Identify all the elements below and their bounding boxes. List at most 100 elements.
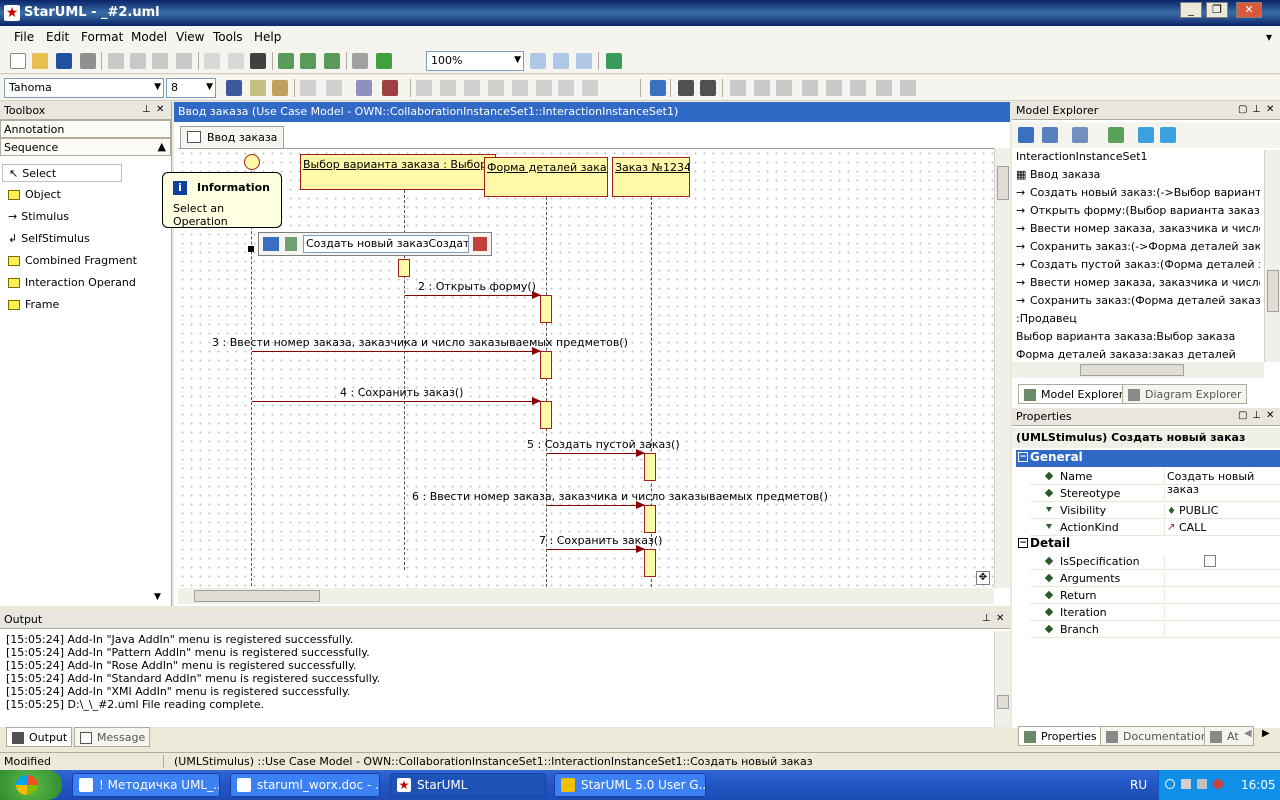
prop-iteration[interactable]: Iteration <box>1030 604 1280 621</box>
explorer-vscrollbar[interactable] <box>1264 150 1280 362</box>
tree-item[interactable]: → Ввести номер заказа, заказчика и число … <box>1016 276 1260 293</box>
prop-value[interactable] <box>1164 572 1167 587</box>
suppress-icon[interactable] <box>416 80 432 96</box>
message-arrow[interactable] <box>405 291 541 299</box>
find-icon[interactable] <box>250 53 266 69</box>
message-label[interactable]: 4 : Сохранить заказ() <box>340 386 463 399</box>
close-icon[interactable]: ✕ <box>1266 410 1274 421</box>
align-right-icon[interactable] <box>754 80 770 96</box>
tool-stimulus[interactable]: → Stimulus <box>8 210 69 228</box>
prop-value[interactable] <box>1164 606 1167 621</box>
prop-value[interactable] <box>1164 623 1167 638</box>
zoom-out-icon[interactable] <box>553 53 569 69</box>
collapse-icon[interactable]: − <box>1018 452 1028 462</box>
minimize-button[interactable]: _ <box>1180 2 1202 18</box>
activation-bar[interactable] <box>540 401 552 429</box>
tool-combined-fragment[interactable]: Combined Fragment <box>8 254 137 272</box>
shadow-icon[interactable] <box>326 80 342 96</box>
tab-scroll-right-icon[interactable]: ▶ <box>1262 728 1270 739</box>
clock[interactable]: 16:05 <box>1241 778 1276 792</box>
fit-icon[interactable] <box>576 53 592 69</box>
prop-actionkind[interactable]: ActionKind ↗ CALL <box>1030 519 1280 536</box>
arrow-down-icon[interactable] <box>1160 127 1176 143</box>
move-icon[interactable]: ✥ <box>976 571 990 585</box>
object-choice[interactable]: Выбор варианта заказа : Выбор заказа <box>300 154 496 190</box>
language-indicator[interactable]: RU <box>1130 778 1147 792</box>
line-style-icon[interactable] <box>356 80 372 96</box>
message-label[interactable]: 3 : Ввести номер заказа, заказчика и чис… <box>212 336 628 349</box>
prop-return[interactable]: Return <box>1030 587 1280 604</box>
close-icon[interactable]: ✕ <box>996 613 1004 624</box>
tray-icon[interactable] <box>1165 779 1175 789</box>
wand-icon[interactable] <box>285 237 297 251</box>
pin-icon[interactable]: ⊥ <box>982 613 991 624</box>
menu-overflow-icon[interactable]: ▾ <box>1266 30 1272 44</box>
prop-value-wrapper[interactable]: ♦ PUBLIC <box>1164 504 1218 519</box>
toolbox-section-annotation[interactable]: Annotation <box>0 120 171 138</box>
tree-item[interactable]: → Сохранить заказ:(->Форма деталей заказа… <box>1016 240 1260 257</box>
section-general[interactable]: − General <box>1016 450 1280 467</box>
tree-item[interactable]: → Открыть форму:(Выбор варианта заказа->Ф <box>1016 204 1260 221</box>
task-metodichka[interactable]: ! Методичка UML_... <box>72 773 220 797</box>
add-element-icon[interactable] <box>1072 127 1088 143</box>
style-icon[interactable] <box>300 80 316 96</box>
arrow-style-icon[interactable] <box>382 80 398 96</box>
message-label[interactable]: 2 : Открыть форму() <box>418 280 536 293</box>
menu-model[interactable]: Model <box>131 30 167 44</box>
close-icon[interactable]: ✕ <box>156 104 164 115</box>
lifeline-form[interactable] <box>546 197 547 587</box>
align-left-icon[interactable] <box>730 80 746 96</box>
diagram-hscrollbar[interactable] <box>178 588 994 604</box>
attribute-icon[interactable] <box>440 80 456 96</box>
prop-visibility[interactable]: Visibility ♦ PUBLIC <box>1030 502 1280 519</box>
tab-diagram[interactable]: Ввод заказа <box>180 126 285 148</box>
restore-icon[interactable]: ▢ <box>1238 104 1247 115</box>
tree-item[interactable]: → Ввести номер заказа, заказчика и число … <box>1016 222 1260 239</box>
cut-icon[interactable] <box>108 53 124 69</box>
image-icon[interactable] <box>352 53 368 69</box>
output-vscrollbar[interactable] <box>994 631 1010 727</box>
activation-bar[interactable] <box>540 351 552 379</box>
pin-icon[interactable]: ⊥ <box>1252 104 1261 115</box>
actor-icon[interactable] <box>244 154 260 170</box>
tab-scroll-left-icon[interactable]: ◀ <box>1244 728 1252 739</box>
tab-model-explorer[interactable]: Model Explorer <box>1018 384 1129 404</box>
menu-help[interactable]: Help <box>254 30 281 44</box>
fill-color-icon[interactable] <box>272 80 288 96</box>
diagram2-icon[interactable] <box>300 53 316 69</box>
align-top-icon[interactable] <box>802 80 818 96</box>
tree-item[interactable]: InteractionInstanceSet1 <box>1016 150 1260 167</box>
menu-tools[interactable]: Tools <box>213 30 243 44</box>
actor-lifeline[interactable] <box>251 171 252 588</box>
prop-name[interactable]: Name Создать новый заказ <box>1030 468 1280 496</box>
save-icon[interactable] <box>56 53 72 69</box>
zoom-select[interactable]: 100% ▼ <box>426 51 524 71</box>
send-back-icon[interactable] <box>700 80 716 96</box>
diagram3-icon[interactable] <box>324 53 340 69</box>
tab-documentation[interactable]: Documentation <box>1100 726 1213 746</box>
space-icon[interactable] <box>876 80 892 96</box>
align-center-icon[interactable] <box>776 80 792 96</box>
font-select[interactable]: Tahoma ▼ <box>4 78 164 98</box>
refresh-icon[interactable] <box>606 53 622 69</box>
task-staruml[interactable]: ★ StarUML <box>390 773 546 797</box>
restore-icon[interactable]: ▢ <box>1238 410 1247 421</box>
activation-bar[interactable] <box>644 549 656 577</box>
message-label[interactable]: 5 : Создать пустой заказ() <box>527 438 680 451</box>
scroll-thumb[interactable] <box>194 590 320 602</box>
new-icon[interactable] <box>10 53 26 69</box>
start-button[interactable] <box>0 770 62 800</box>
bring-front-icon[interactable] <box>678 80 694 96</box>
menu-file[interactable]: File <box>14 30 34 44</box>
activation-bar[interactable] <box>644 505 656 533</box>
paste-icon[interactable] <box>152 53 168 69</box>
message-arrow[interactable] <box>252 347 541 355</box>
diagram-icon[interactable] <box>278 53 294 69</box>
scroll-thumb[interactable] <box>1267 270 1279 312</box>
tab-properties[interactable]: Properties <box>1018 726 1102 746</box>
task-user-guide[interactable]: StarUML 5.0 User G... <box>554 773 706 797</box>
tree-item[interactable]: ▦ Ввод заказа <box>1016 168 1260 185</box>
tool-frame[interactable]: Frame <box>8 298 59 316</box>
collapse-icon[interactable]: − <box>1018 538 1028 548</box>
message-arrow[interactable] <box>547 449 645 457</box>
